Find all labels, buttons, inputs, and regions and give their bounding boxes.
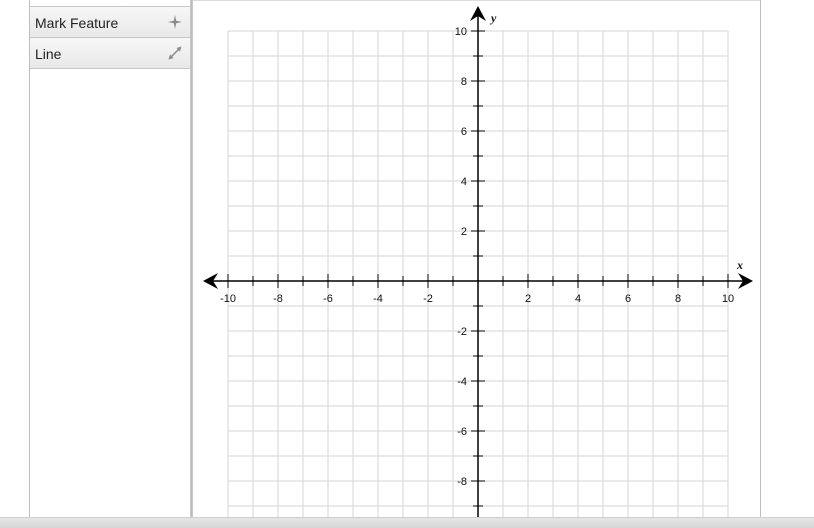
y-axis-label: y [489, 11, 497, 25]
x-tick-label: 8 [675, 293, 681, 305]
y-tick-label: -4 [457, 376, 467, 388]
y-tick-label: 8 [461, 76, 467, 88]
y-tick-label: -8 [457, 476, 467, 488]
y-tick-label: 6 [461, 126, 467, 138]
coordinate-plane[interactable]: -10 -8 -6 -4 -2 2 4 6 8 10 10 8 6 4 2 -2 -4 -6 -8 x y [0, 0, 814, 517]
graphing-tool-app: Mark Feature Line -10 -8 -6 -4 -2 2 4 6 … [0, 0, 814, 528]
x-tick-label: -4 [373, 293, 383, 305]
y-tick-label: 10 [455, 26, 467, 38]
tick-labels: -10 -8 -6 -4 -2 2 4 6 8 10 10 8 6 4 2 -2 -4 -6 -8 [220, 26, 734, 488]
x-tick-label: 10 [722, 293, 734, 305]
x-tick-label: 4 [575, 293, 581, 305]
bottom-scrollbar[interactable] [0, 517, 814, 528]
y-tick-label: 4 [461, 176, 467, 188]
y-tick-label: -6 [457, 426, 467, 438]
x-tick-label: 6 [625, 293, 631, 305]
y-tick-label: -2 [457, 326, 467, 338]
x-axis-label: x [736, 258, 743, 272]
x-tick-label: -8 [273, 293, 283, 305]
x-tick-label: -2 [423, 293, 433, 305]
x-tick-label: -10 [220, 293, 236, 305]
axes [203, 6, 753, 517]
y-tick-label: 2 [461, 226, 467, 238]
x-tick-label: 2 [525, 293, 531, 305]
x-tick-label: -6 [323, 293, 333, 305]
